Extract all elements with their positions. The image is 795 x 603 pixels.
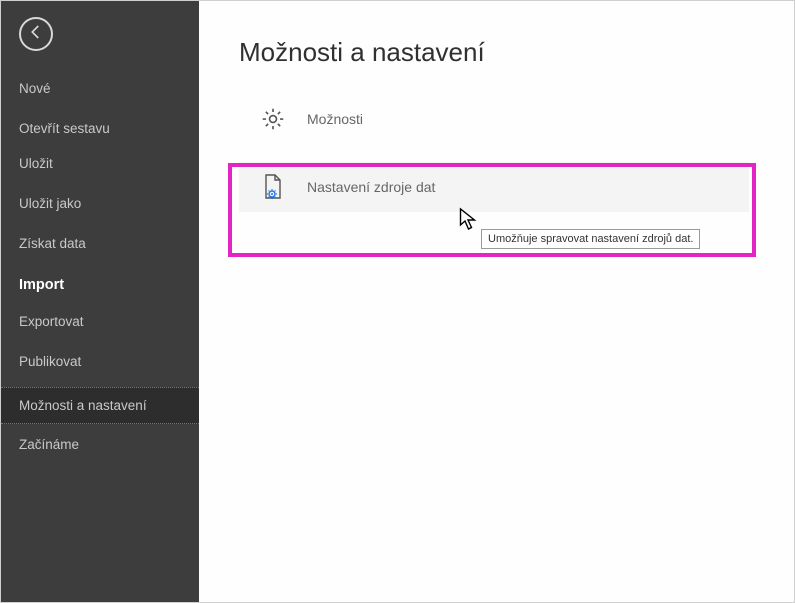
sidebar-item-label: Možnosti a nastavení (19, 398, 147, 413)
main-panel: Možnosti a nastavení Možnosti Nastavení … (199, 1, 794, 602)
sidebar-item-label: Import (19, 277, 64, 293)
sidebar-item-new[interactable]: Nové (1, 71, 199, 106)
sidebar-item-label: Začínáme (19, 437, 79, 452)
datasource-section: Nastavení zdroje dat (239, 144, 794, 230)
back-button[interactable] (19, 17, 53, 51)
option-label: Nastavení zdroje dat (307, 179, 435, 195)
sidebar-item-label: Otevřít sestavu (19, 121, 110, 136)
sidebar-item-save-as[interactable]: Uložit jako (1, 186, 199, 221)
sidebar-item-export[interactable]: Exportovat (1, 304, 199, 339)
sidebar-item-import[interactable]: Import (1, 266, 199, 304)
sidebar-item-label: Uložit (19, 156, 53, 171)
option-row-moznosti[interactable]: Možnosti (239, 94, 749, 144)
sidebar-item-publish[interactable]: Publikovat (1, 344, 199, 379)
sidebar-item-label: Získat data (19, 236, 86, 251)
sidebar-item-label: Nové (19, 81, 51, 96)
sidebar: Nové Otevřít sestavu Uložit Uložit jako … (1, 1, 199, 602)
sidebar-item-options-settings[interactable]: Možnosti a nastavení (1, 387, 199, 424)
sidebar-item-label: Exportovat (19, 314, 84, 329)
sidebar-item-get-data[interactable]: Získat data (1, 226, 199, 261)
sidebar-item-label: Uložit jako (19, 196, 81, 211)
page-title: Možnosti a nastavení (239, 37, 794, 68)
sidebar-item-open-report[interactable]: Otevřít sestavu (1, 111, 199, 146)
option-row-datasource-settings[interactable]: Nastavení zdroje dat (239, 162, 749, 212)
sidebar-item-getting-started[interactable]: Začínáme (1, 427, 199, 462)
tooltip: Umožňuje spravovat nastavení zdrojů dat. (481, 229, 700, 249)
gear-icon (259, 105, 287, 133)
document-gear-icon (259, 173, 287, 201)
sidebar-item-save[interactable]: Uložit (1, 146, 199, 181)
option-label: Možnosti (307, 111, 363, 127)
back-arrow-icon (27, 23, 45, 46)
sidebar-item-label: Publikovat (19, 354, 81, 369)
